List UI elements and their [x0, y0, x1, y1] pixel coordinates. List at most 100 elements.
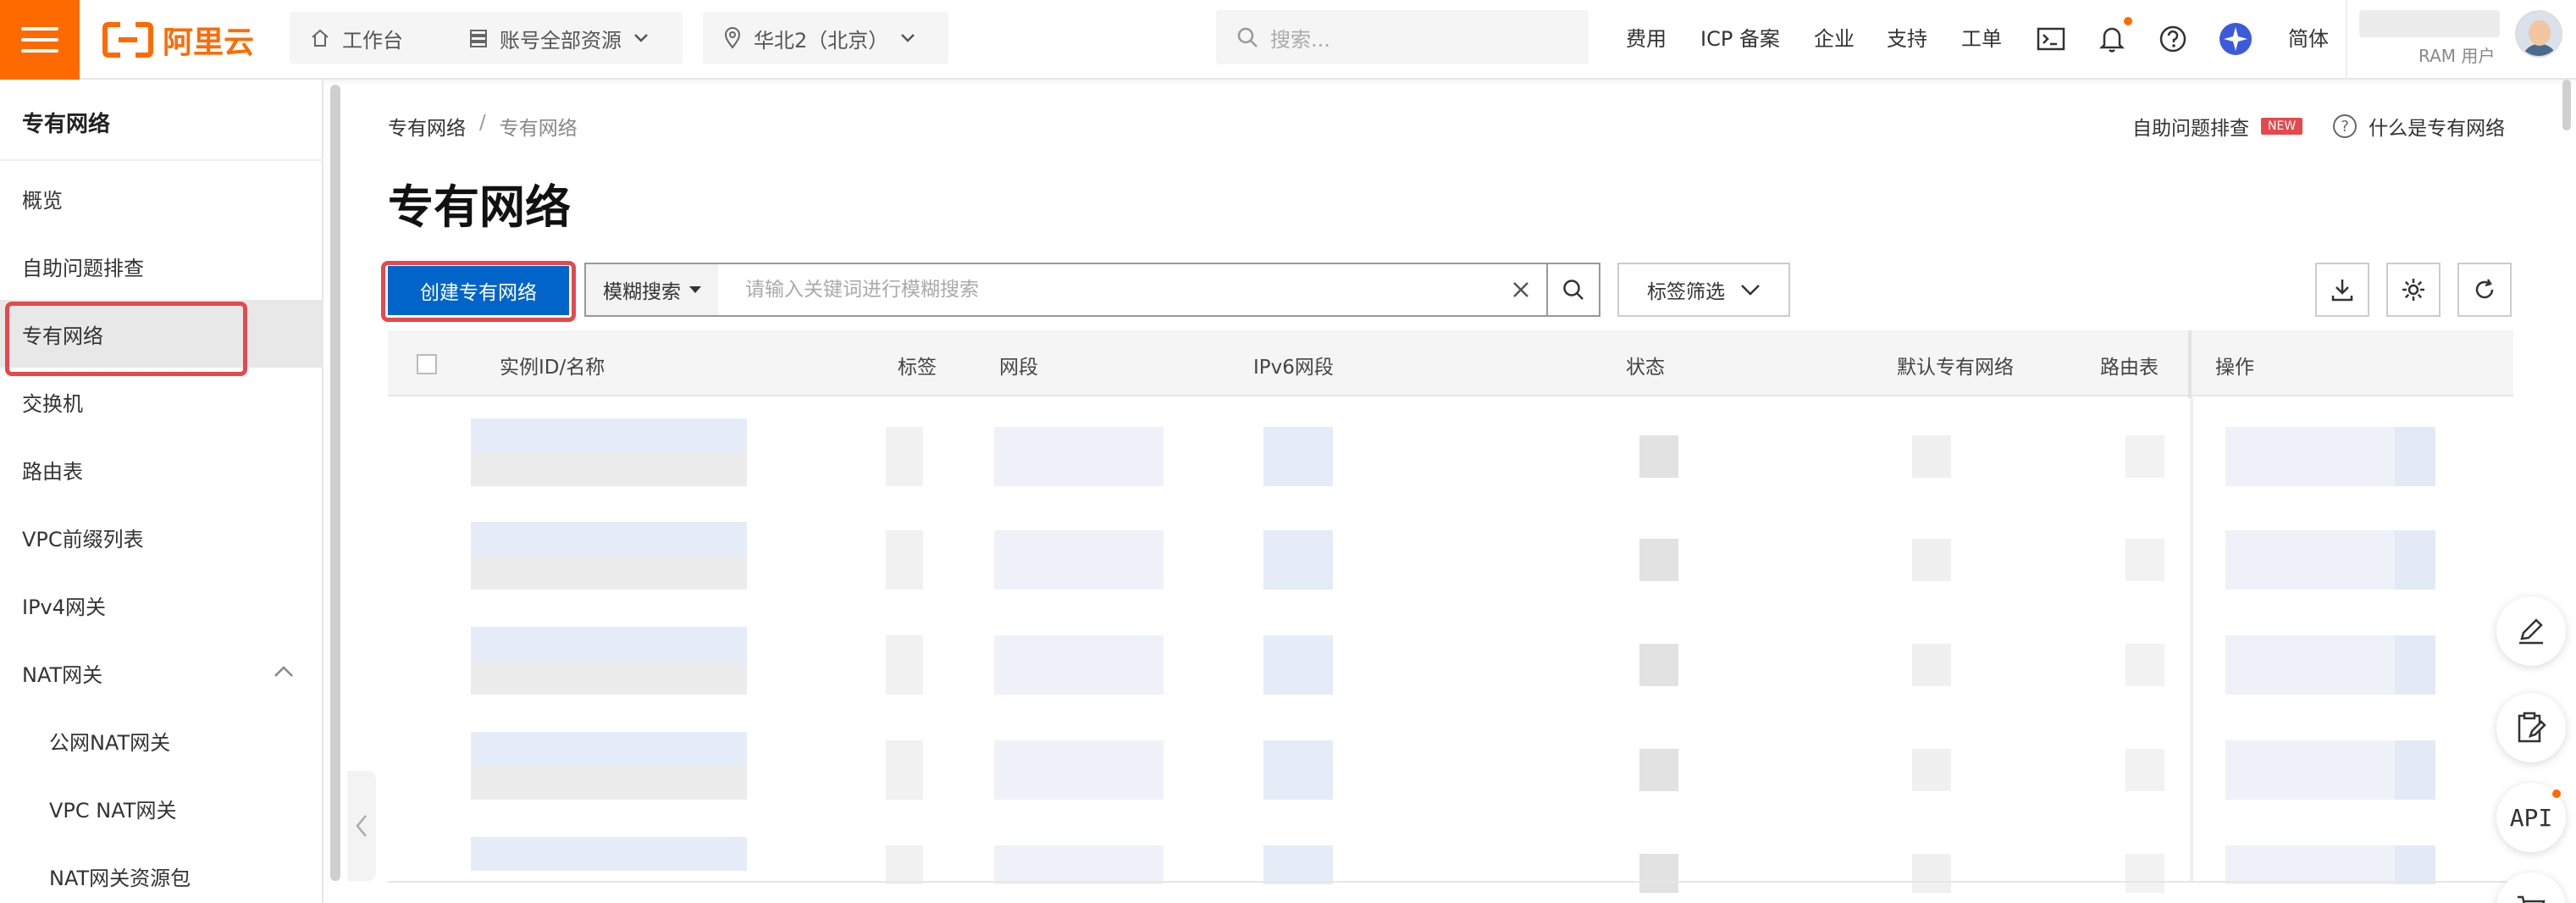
redacted-cell: [2125, 854, 2164, 893]
tag-filter-button[interactable]: 标签筛选: [1617, 263, 1790, 317]
breadcrumb-item[interactable]: 专有网络: [388, 112, 466, 141]
refresh-button[interactable]: [2457, 263, 2512, 317]
redacted-cell: [2395, 740, 2435, 800]
stack-icon: [470, 30, 487, 47]
redacted-cell: [886, 530, 923, 590]
sidebar-item-troubleshoot[interactable]: 自助问题排查: [0, 232, 323, 300]
create-vpc-button[interactable]: 创建专有网络: [388, 266, 569, 315]
region-selector[interactable]: 华北2（北京）: [703, 12, 948, 64]
what-is-vpc-link[interactable]: 什么是专有网络: [2369, 112, 2505, 141]
global-search-placeholder: 搜索...: [1270, 27, 1330, 52]
redacted-cell: [1912, 749, 1951, 791]
sidebar-item-overview[interactable]: 概览: [0, 164, 323, 232]
redacted-cell: [471, 556, 747, 590]
sidebar-item-public-nat[interactable]: 公网NAT网关: [0, 706, 323, 774]
settings-button[interactable]: [2386, 263, 2441, 317]
new-badge: NEW: [2261, 118, 2303, 135]
redacted-cell: [2125, 644, 2164, 686]
redacted-cell: [2395, 845, 2435, 884]
sidebar-item-ipv4-gateway[interactable]: IPv4网关: [0, 571, 323, 639]
terminal-icon[interactable]: [2034, 22, 2068, 56]
clear-icon[interactable]: [1495, 264, 1546, 315]
nav-support[interactable]: 支持: [1887, 22, 1927, 52]
table-row[interactable]: [388, 627, 2513, 732]
logo[interactable]: 阿里云: [102, 20, 254, 60]
menu-icon[interactable]: [0, 0, 80, 80]
column-header[interactable]: IPv6网段: [1253, 351, 1334, 379]
edit-icon: [2519, 618, 2543, 645]
clipboard-button[interactable]: [2496, 693, 2566, 762]
workbench-button[interactable]: 工作台: [290, 12, 452, 64]
sidebar-item-prefix-list[interactable]: VPC前缀列表: [0, 503, 323, 571]
highlight-box: [5, 302, 247, 376]
table-row[interactable]: [388, 522, 2513, 627]
divider: [0, 159, 323, 161]
region-label: 华北2（北京）: [754, 28, 889, 53]
redacted-cell: [471, 522, 747, 556]
global-search[interactable]: 搜索...: [1216, 10, 1589, 64]
chevron-left-icon: [356, 815, 367, 837]
redacted-cell: [1912, 539, 1951, 581]
redacted-cell: [1263, 427, 1333, 486]
api-button[interactable]: API: [2496, 783, 2566, 852]
sidebar-item-vswitch[interactable]: 交换机: [0, 368, 323, 435]
breadcrumb-separator: /: [479, 112, 486, 134]
redacted-cell: [994, 740, 1164, 800]
column-header[interactable]: 状态: [1626, 351, 1665, 379]
search-mode-select[interactable]: 模糊搜索: [586, 264, 718, 315]
column-header[interactable]: 实例ID/名称: [500, 351, 605, 379]
feedback-button[interactable]: [2496, 596, 2566, 666]
troubleshoot-link[interactable]: 自助问题排查: [2132, 112, 2249, 141]
chevron-down-icon: [1741, 285, 1760, 296]
column-header[interactable]: 默认专有网络: [1897, 351, 2014, 379]
page-scrollbar[interactable]: [2562, 80, 2571, 130]
download-button[interactable]: [2315, 263, 2369, 317]
table-row[interactable]: [388, 418, 2513, 524]
help-icon[interactable]: [2156, 22, 2190, 56]
ai-assistant-icon[interactable]: [2219, 22, 2253, 56]
sidebar-scrollbar[interactable]: [330, 85, 340, 881]
column-header[interactable]: 标签: [898, 351, 937, 379]
avatar[interactable]: [2515, 10, 2562, 58]
redacted-cell: [1639, 644, 1678, 686]
redacted-cell: [1639, 539, 1678, 581]
nav-ticket[interactable]: 工单: [1961, 22, 2002, 52]
resource-group-selector[interactable]: 账号全部资源: [449, 12, 683, 64]
redacted-cell: [471, 452, 747, 486]
chevron-down-icon: [634, 34, 648, 42]
search-button[interactable]: [1546, 264, 1599, 315]
language-switch[interactable]: 简体: [2288, 22, 2329, 52]
redacted-cell: [1912, 435, 1951, 478]
collapse-sidebar-button[interactable]: [347, 771, 376, 881]
table-row[interactable]: [388, 837, 2513, 893]
redacted-cell: [994, 530, 1164, 590]
redacted-cell: [994, 635, 1164, 695]
sidebar-item-route-table[interactable]: 路由表: [0, 435, 323, 503]
chevron-up-icon[interactable]: [273, 661, 295, 683]
redacted-cell: [886, 740, 923, 800]
column-header[interactable]: 路由表: [2100, 351, 2159, 379]
column-header[interactable]: 操作: [2215, 351, 2254, 379]
nav-enterprise[interactable]: 企业: [1814, 22, 1855, 52]
redacted-cell: [2225, 740, 2395, 800]
table-row[interactable]: [388, 732, 2513, 837]
aliyun-logo-icon: [102, 22, 153, 58]
search-input[interactable]: [718, 264, 1495, 315]
column-header[interactable]: 网段: [999, 351, 1038, 379]
redacted-cell: [471, 661, 747, 695]
redacted-cell: [1639, 854, 1678, 893]
redacted-cell: [1912, 644, 1951, 686]
page-title: 专有网络: [388, 180, 571, 234]
redacted-cell: [2395, 530, 2435, 590]
bell-icon[interactable]: [2095, 17, 2132, 56]
select-all-checkbox[interactable]: [417, 354, 437, 374]
redacted-cell: [471, 837, 747, 871]
sidebar-item-vpc-nat[interactable]: VPC NAT网关: [0, 774, 323, 842]
redacted-cell: [471, 766, 747, 800]
redacted-cell: [1263, 530, 1333, 590]
sidebar-item-nat-package[interactable]: NAT网关资源包: [0, 842, 323, 903]
nav-billing[interactable]: 费用: [1626, 22, 1667, 52]
nav-icp[interactable]: ICP 备案: [1700, 22, 1780, 52]
redacted-cell: [2225, 427, 2395, 486]
redacted-cell: [2225, 635, 2395, 695]
